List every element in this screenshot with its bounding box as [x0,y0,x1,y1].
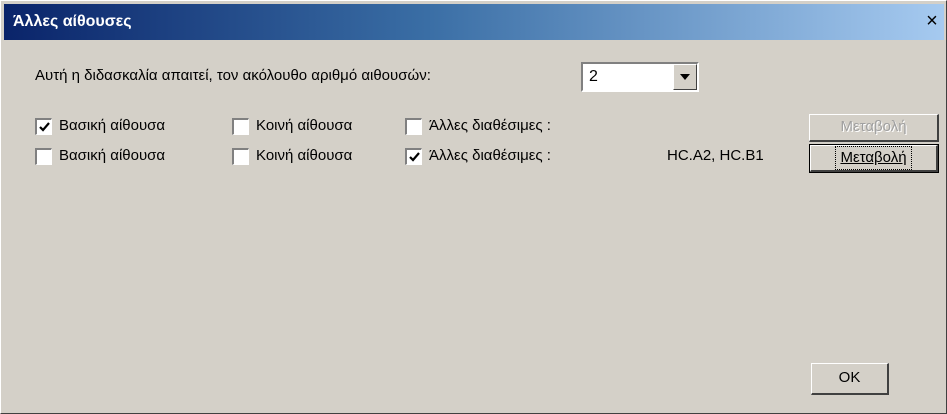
room-count-select[interactable]: 2 [581,62,699,92]
dropdown-button[interactable] [673,64,697,90]
row2-change-button[interactable]: Μεταβολή [809,144,939,173]
row2-change-button-label: Μεταβολή [835,146,912,170]
close-button[interactable]: × [920,11,944,33]
chevron-down-icon [680,74,690,80]
row2-selected-rooms: HC.A2, HC.B1 [667,147,764,164]
close-icon: × [926,10,938,32]
rooms-dialog: Άλλες αίθουσες × Αυτή η διδασκαλία απαιτ… [0,0,947,414]
row2-main-room-label: Βασική αίθουσα [59,147,166,164]
checkmark-icon [39,122,50,132]
room-count-value: 2 [589,68,598,85]
row2-other-available-checkbox[interactable] [405,148,422,165]
row1-change-button[interactable]: Μεταβολή [809,114,939,142]
title-bar[interactable]: Άλλες αίθουσες × [4,4,944,40]
row1-other-available-checkbox[interactable] [405,118,422,135]
row1-main-room-checkbox[interactable] [35,118,52,135]
row1-other-available-label: Άλλες διαθέσιμες : [429,117,551,134]
row1-shared-room-checkbox[interactable] [232,118,249,135]
row1-change-button-label: Μεταβολή [840,118,907,135]
row2-shared-room-checkbox[interactable] [232,148,249,165]
row2-shared-room-label: Κοινή αίθουσα [256,147,353,164]
row1-main-room-label: Βασική αίθουσα [59,117,166,134]
row2-main-room-checkbox[interactable] [35,148,52,165]
window-title: Άλλες αίθουσες [13,13,132,30]
row2-other-available-label: Άλλες διαθέσιμες : [429,147,551,164]
ok-button-label: OK [838,369,861,386]
ok-button[interactable]: OK [811,363,889,395]
row1-shared-room-label: Κοινή αίθουσα [256,117,353,134]
checkmark-icon [409,152,420,162]
room-count-prompt: Αυτή η διδασκαλία απαιτεί, τον ακόλουθο … [35,67,431,84]
